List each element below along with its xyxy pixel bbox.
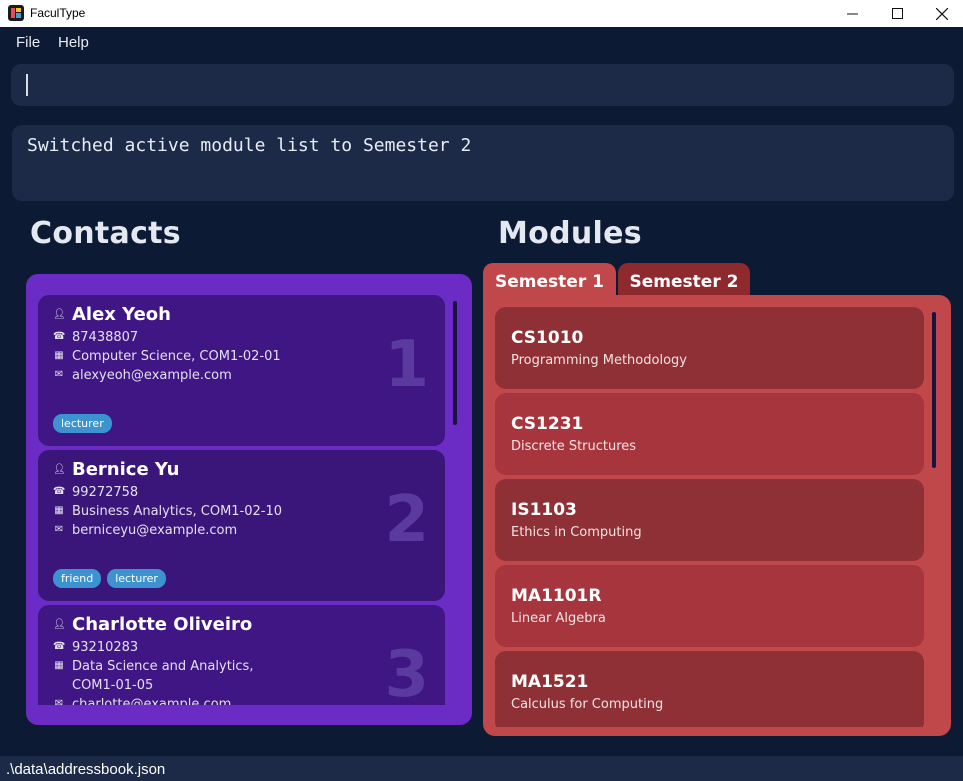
contact-office-line-2: COM1-01-05 [72, 678, 154, 693]
save-location: .\data\addressbook.json [6, 761, 166, 778]
person-icon: 👤︎ [53, 463, 66, 475]
close-button[interactable] [919, 0, 963, 27]
module-code: CS1231 [511, 414, 584, 434]
module-name: Programming Methodology [511, 353, 687, 368]
person-icon: 👤︎ [53, 618, 66, 630]
contacts-scrollbar[interactable] [453, 301, 457, 425]
contact-office-row: ▦ Computer Science, COM1-02-01 [53, 347, 281, 366]
contact-office: Business Analytics, COM1-02-10 [72, 504, 283, 519]
contact-tags: lecturer [53, 414, 112, 433]
person-icon: 👤︎ [53, 308, 66, 320]
window-title: FaculType [30, 6, 86, 20]
title-bar: FaculType [0, 0, 963, 27]
menu-help[interactable]: Help [58, 34, 89, 51]
contact-email: alexyeoh@example.com [72, 368, 232, 383]
contact-tags: friend lecturer [53, 569, 166, 588]
contact-name-row: 👤︎ Charlotte Oliveiro [53, 614, 252, 635]
contact-phone-row: ☎︎ 87438807 [53, 328, 138, 347]
tab-semester-2[interactable]: Semester 2 [618, 263, 750, 299]
minimize-button[interactable] [829, 0, 875, 27]
contact-email-row: ✉︎ charlotte@example.com [53, 695, 232, 706]
menu-file[interactable]: File [16, 34, 40, 51]
module-card[interactable]: MA1521 Calculus for Computing [495, 651, 924, 727]
module-code: CS1010 [511, 328, 584, 348]
contacts-panel: 👤︎ Alex Yeoh ☎︎ 87438807 ▦ Computer Scie… [26, 274, 472, 725]
contact-name: Alex Yeoh [72, 304, 171, 325]
maximize-button[interactable] [874, 0, 920, 27]
contact-office-row: ▦ Data Science and Analytics, [53, 657, 253, 676]
text-caret [26, 74, 28, 96]
building-icon: ▦ [54, 505, 64, 516]
tag-badge: lecturer [53, 414, 112, 433]
contact-office-row-continued: COM1-01-05 [53, 676, 153, 695]
phone-icon: ☎︎ [53, 486, 66, 497]
contact-card[interactable]: 👤︎ Bernice Yu ☎︎ 99272758 ▦ Business Ana… [38, 450, 445, 601]
contact-index: 3 [384, 638, 429, 705]
contact-email-row: ✉︎ alexyeoh@example.com [53, 366, 232, 385]
contact-name-row: 👤︎ Alex Yeoh [53, 304, 171, 325]
phone-icon: ☎︎ [53, 331, 66, 342]
contacts-list[interactable]: 👤︎ Alex Yeoh ☎︎ 87438807 ▦ Computer Scie… [38, 295, 446, 705]
mail-icon: ✉︎ [54, 698, 64, 706]
contact-office-row: ▦ Business Analytics, COM1-02-10 [53, 502, 282, 521]
module-card[interactable]: IS1103 Ethics in Computing [495, 479, 924, 561]
module-code: IS1103 [511, 500, 577, 520]
contact-phone: 93210283 [72, 640, 139, 655]
module-card[interactable]: CS1010 Programming Methodology [495, 307, 924, 389]
contacts-title: Contacts [30, 216, 181, 251]
modules-panel: CS1010 Programming Methodology CS1231 Di… [483, 295, 951, 736]
mail-icon: ✉︎ [54, 369, 64, 380]
contact-phone: 87438807 [72, 330, 139, 345]
app-logo-icon [8, 5, 24, 21]
menu-bar: File Help [0, 27, 963, 59]
module-name: Ethics in Computing [511, 525, 642, 540]
tag-badge: friend [53, 569, 102, 588]
tag-badge: lecturer [107, 569, 166, 588]
tab-semester-1[interactable]: Semester 1 [483, 263, 616, 299]
modules-list[interactable]: CS1010 Programming Methodology CS1231 Di… [495, 307, 924, 727]
contact-name: Bernice Yu [72, 459, 180, 480]
result-display: Switched active module list to Semester … [12, 125, 954, 201]
contact-name: Charlotte Oliveiro [72, 614, 253, 635]
module-card[interactable]: CS1231 Discrete Structures [495, 393, 924, 475]
minimize-icon [846, 13, 858, 15]
result-text: Switched active module list to Semester … [27, 135, 472, 156]
contact-phone: 99272758 [72, 485, 139, 500]
status-bar: .\data\addressbook.json [0, 756, 963, 781]
contact-index: 1 [384, 328, 429, 402]
contact-card[interactable]: 👤︎ Charlotte Oliveiro ☎︎ 93210283 ▦ Data… [38, 605, 445, 705]
mail-icon: ✉︎ [54, 524, 64, 535]
maximize-icon [891, 8, 903, 19]
building-icon: ▦ [54, 350, 64, 361]
contact-card[interactable]: 👤︎ Alex Yeoh ☎︎ 87438807 ▦ Computer Scie… [38, 295, 445, 446]
command-input[interactable] [11, 64, 954, 106]
contact-email: charlotte@example.com [72, 697, 232, 705]
contact-email-row: ✉︎ berniceyu@example.com [53, 521, 237, 540]
module-code: MA1521 [511, 672, 589, 692]
contact-email: berniceyu@example.com [72, 523, 238, 538]
contact-office: Computer Science, COM1-02-01 [72, 349, 281, 364]
module-card[interactable]: MA1101R Linear Algebra [495, 565, 924, 647]
contact-name-row: 👤︎ Bernice Yu [53, 459, 179, 480]
module-name: Discrete Structures [511, 439, 637, 454]
phone-icon: ☎︎ [53, 641, 66, 652]
contact-index: 2 [384, 483, 429, 557]
building-icon: ▦ [54, 660, 64, 671]
module-code: MA1101R [511, 586, 602, 606]
module-name: Calculus for Computing [511, 697, 664, 712]
module-name: Linear Algebra [511, 611, 606, 626]
contact-phone-row: ☎︎ 99272758 [53, 483, 138, 502]
modules-scrollbar[interactable] [932, 312, 936, 468]
close-icon [936, 7, 948, 20]
contact-office: Data Science and Analytics, [72, 659, 254, 674]
modules-title: Modules [498, 216, 642, 251]
contact-phone-row: ☎︎ 93210283 [53, 638, 138, 657]
